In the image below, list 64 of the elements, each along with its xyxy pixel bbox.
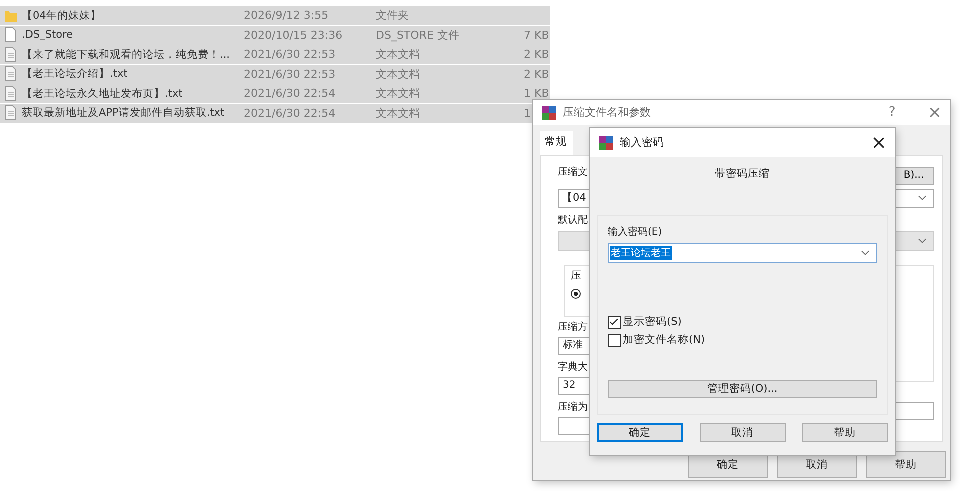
file-name: 【老王论坛永久地址发布页】.txt — [22, 86, 184, 100]
chevron-down-icon — [918, 195, 927, 202]
dialog-button[interactable]: 确定 — [597, 423, 683, 442]
help-icon[interactable]: ? — [888, 105, 896, 120]
file-type: 文本文档 — [376, 66, 421, 82]
file-name: 【来了就能下载和观看的论坛，纯免费！... — [22, 48, 232, 62]
file-row[interactable]: 【来了就能下载和观看的论坛，纯免费！... 2021/6/30 22:53 文本文档 2 KB — [0, 45, 550, 64]
file-date: 2021/6/30 22:54 — [244, 87, 337, 100]
dialog-heading: 带密码压缩 — [714, 167, 771, 182]
file-size: 7 KB — [524, 28, 550, 42]
file-date: 2021/6/30 22:54 — [244, 106, 337, 120]
app-icon — [541, 104, 557, 120]
chevron-down-icon — [861, 250, 870, 256]
radio-button[interactable] — [571, 288, 581, 299]
field-label: 压缩文 — [558, 166, 588, 180]
field-label: 默认配 — [558, 214, 588, 228]
file-date: 2020/10/15 23:36 — [244, 28, 344, 42]
window-title: 压缩文件名和参数 — [563, 105, 652, 120]
file-type: 文本文档 — [376, 86, 421, 101]
file-name: 【04年的妹妹】 — [22, 8, 102, 22]
file-name: 【老王论坛介绍】.txt — [22, 67, 129, 81]
checkbox-label: 加密文件名称(N) — [623, 333, 706, 347]
close-icon[interactable]: × — [871, 132, 887, 154]
text-file-icon — [4, 46, 18, 62]
file-name: 获取最新地址及APP请发邮件自动获取.txt — [22, 106, 226, 120]
field-label: 压缩方 — [558, 320, 588, 335]
file-row[interactable]: .DS_Store 2020/10/15 23:36 DS_STORE 文件 7 KB — [0, 26, 550, 44]
file-name: .DS_Store — [22, 29, 74, 41]
file-type: 文本文档 — [376, 106, 421, 120]
file-row[interactable]: 【04年的妹妹】 2026/9/12 3:55 文件夹 — [0, 6, 550, 25]
file-icon — [4, 27, 18, 43]
text-file-icon — [4, 105, 18, 121]
field-label: 字典大 — [558, 360, 588, 375]
group-label: 压 — [571, 268, 583, 283]
file-type: DS_STORE 文件 — [376, 28, 460, 42]
file-row[interactable]: 【老王论坛永久地址发布页】.txt 2021/6/30 22:54 文本文档 1 KB — [0, 84, 550, 103]
text-file-icon — [4, 86, 18, 102]
app-icon — [598, 134, 614, 150]
file-row[interactable]: 【老王论坛介绍】.txt 2021/6/30 22:53 文本文档 2 KB — [0, 64, 550, 84]
file-size: 2 KB — [524, 68, 550, 80]
window-title: 输入密码 — [620, 135, 665, 150]
dialog-button[interactable]: 帮助 — [866, 451, 946, 478]
chevron-down-icon — [918, 238, 927, 244]
browse-button[interactable]: B)... — [894, 166, 934, 185]
file-size: 1 KB — [524, 87, 550, 100]
file-size: 2 KB — [524, 48, 550, 61]
text-file-icon — [4, 66, 18, 82]
file-size: 1 — [524, 106, 531, 120]
dialog-button[interactable]: 帮助 — [802, 423, 888, 442]
tab[interactable]: 常规 — [540, 131, 573, 155]
manage-passwords-button[interactable]: 管理密码(O)... — [608, 380, 877, 398]
field-label: 输入密码(E) — [608, 226, 662, 240]
file-type: 文件夹 — [376, 8, 410, 23]
close-icon[interactable]: × — [928, 102, 942, 122]
file-date: 2021/6/30 22:53 — [244, 68, 337, 80]
file-type: 文本文档 — [376, 47, 421, 62]
dialog-button[interactable]: 取消 — [700, 423, 786, 442]
checkbox[interactable] — [608, 334, 621, 346]
file-date: 2021/6/30 22:53 — [244, 48, 337, 61]
file-date: 2026/9/12 3:55 — [244, 9, 330, 22]
password-field[interactable]: 老王论坛老王 — [608, 243, 877, 263]
field-label: 压缩为 — [558, 400, 588, 415]
checkbox-label: 显示密码(S) — [623, 315, 682, 329]
checkbox[interactable] — [608, 316, 621, 328]
